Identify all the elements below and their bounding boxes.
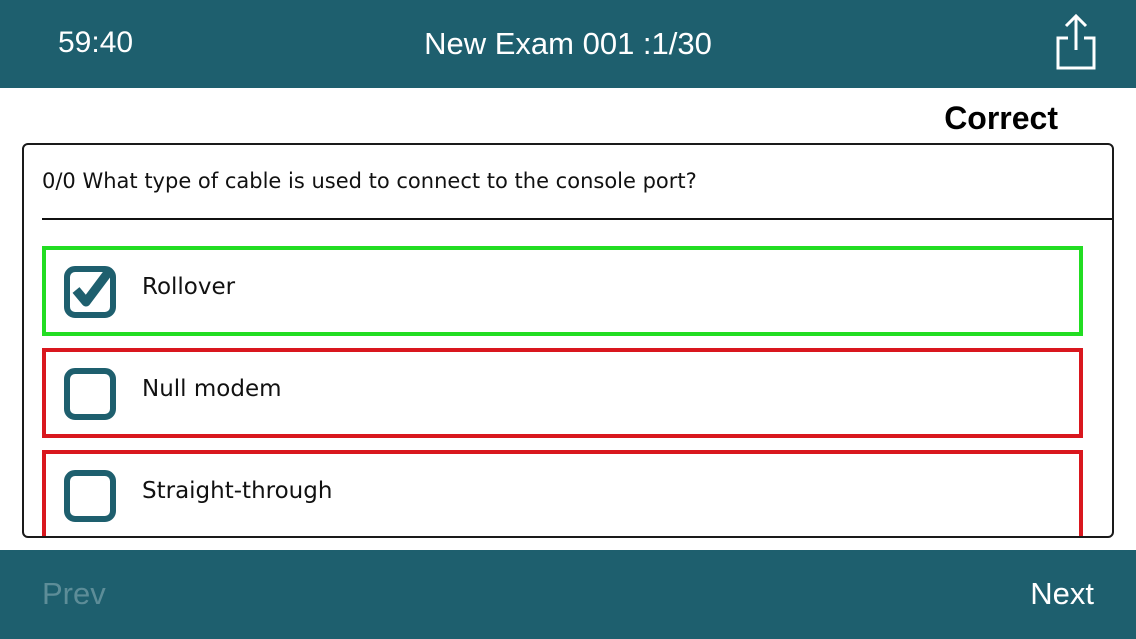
next-button[interactable]: Next (1030, 576, 1094, 612)
bottom-bar: Prev Next (0, 550, 1136, 639)
checkbox-unchecked-icon (64, 368, 116, 420)
share-button[interactable] (1052, 12, 1100, 72)
option-rollover[interactable]: Rollover (42, 246, 1083, 336)
option-label: Null modem (142, 376, 282, 402)
exam-title: New Exam 001 :1/30 (424, 26, 712, 61)
question-card: 0/0 What type of cable is used to connec… (22, 143, 1114, 538)
option-label: Straight-through (142, 478, 333, 504)
checkbox-unchecked-icon (64, 470, 116, 522)
top-bar: 59:40 New Exam 001 :1/30 (0, 0, 1136, 88)
checkbox-checked-icon (64, 266, 116, 318)
option-label: Rollover (142, 274, 236, 300)
question-text: 0/0 What type of cable is used to connec… (42, 169, 697, 193)
question-divider (42, 218, 1112, 220)
option-straight-through[interactable]: Straight-through (42, 450, 1083, 536)
option-null-modem[interactable]: Null modem (42, 348, 1083, 438)
share-icon (1056, 13, 1096, 70)
answer-status: Correct (944, 100, 1058, 136)
prev-button[interactable]: Prev (42, 576, 106, 612)
